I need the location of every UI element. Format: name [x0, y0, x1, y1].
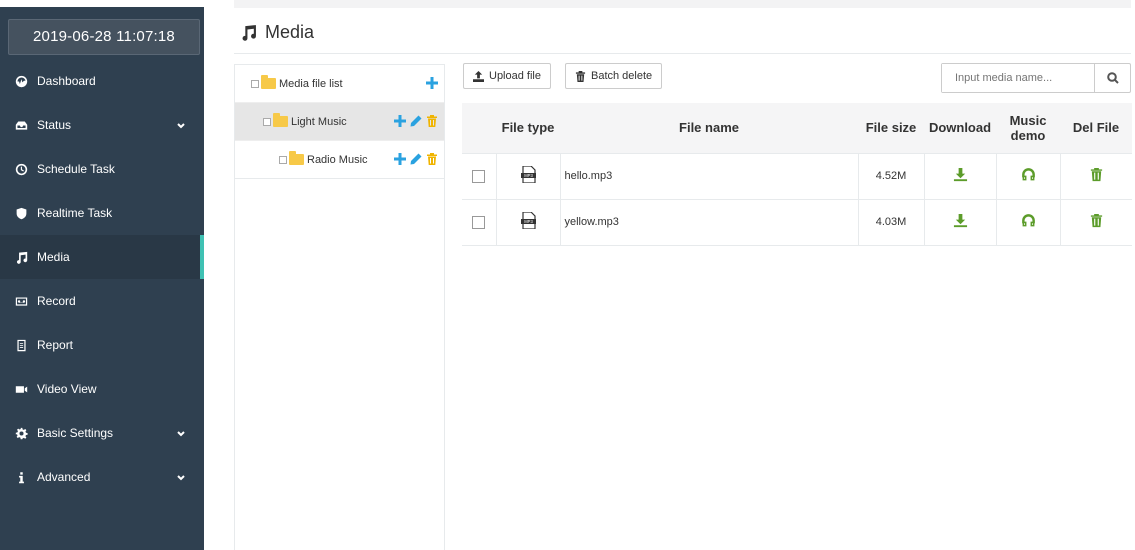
folder-icon — [263, 113, 288, 127]
table-row: MP3 hello.mp3 4.52M — [462, 152, 1132, 199]
info-icon — [14, 470, 28, 484]
sidebar-item-label: Status — [37, 118, 72, 132]
sidebar-item-label: Realtime Task — [37, 206, 113, 220]
sidebar-item-label: Schedule Task — [37, 162, 115, 176]
chevron-down-icon — [176, 120, 186, 130]
download-icon[interactable] — [953, 167, 968, 185]
sidebar-nav: Dashboard Status Schedule Task Realtime … — [0, 59, 204, 499]
row-checkbox[interactable] — [472, 169, 486, 183]
sidebar-item-label: Media — [37, 250, 70, 264]
search-button[interactable] — [1094, 64, 1130, 92]
report-icon — [14, 338, 28, 352]
edit-pencil-icon[interactable] — [410, 153, 422, 168]
column-header-download: Download — [924, 103, 996, 153]
column-header-file-name: File name — [560, 103, 858, 153]
mp3-file-icon: MP3 — [520, 165, 536, 184]
page-title-row: Media — [240, 22, 1131, 43]
trash-icon[interactable] — [1089, 167, 1104, 185]
trash-icon[interactable] — [426, 115, 438, 130]
gear-icon — [14, 426, 28, 440]
file-type-label: MP3 — [524, 219, 533, 224]
folder-icon — [251, 75, 276, 89]
tree-node-actions — [394, 115, 438, 130]
upload-file-label: Upload file — [489, 70, 541, 82]
sidebar-item-report[interactable]: Report — [0, 323, 204, 367]
sidebar-item-realtime-task[interactable]: Realtime Task — [0, 191, 204, 235]
tree-node-light-music[interactable]: Light Music — [235, 103, 444, 141]
column-header-music-demo: Music demo — [996, 103, 1060, 153]
trash-icon[interactable] — [426, 153, 438, 168]
tree-node-label: Radio Music — [307, 153, 368, 166]
row-checkbox[interactable] — [472, 215, 486, 229]
column-header-file-type: File type — [496, 103, 560, 153]
mp3-file-icon: MP3 — [520, 211, 536, 230]
media-search — [941, 63, 1131, 93]
tree-node-actions — [426, 77, 438, 92]
edit-pencil-icon[interactable] — [410, 115, 422, 130]
page-title: Media — [265, 22, 315, 42]
folder-icon — [279, 151, 304, 165]
tree-node-label: Media file list — [279, 77, 343, 90]
clock-icon — [14, 162, 28, 176]
tree-node-radio-music[interactable]: Radio Music — [235, 141, 444, 179]
batch-delete-button[interactable]: Batch delete — [565, 63, 663, 89]
sidebar-item-label: Video View — [37, 382, 97, 396]
headphones-icon[interactable] — [1021, 168, 1036, 185]
add-folder-icon[interactable] — [426, 77, 438, 92]
cassette-icon — [14, 294, 28, 308]
sidebar-item-dashboard[interactable]: Dashboard — [0, 59, 204, 103]
column-header-file-size: File size — [858, 103, 924, 153]
sidebar-item-label: Advanced — [37, 470, 91, 484]
column-header-del-file: Del File — [1060, 103, 1132, 153]
sidebar: 2019-06-28 11:07:18 Dashboard Status Sch… — [0, 0, 204, 550]
tree-node-label: Light Music — [291, 115, 347, 128]
media-folder-tree: Media file list Light Music Radio Music — [234, 64, 445, 550]
sidebar-item-label: Basic Settings — [37, 426, 114, 440]
headphones-icon[interactable] — [1021, 214, 1036, 231]
file-size-cell: 4.03M — [857, 198, 924, 246]
shield-icon — [14, 206, 28, 220]
upload-icon — [473, 70, 484, 82]
tree-node-root[interactable]: Media file list — [235, 65, 444, 103]
trash-icon[interactable] — [1089, 213, 1104, 231]
batch-delete-label: Batch delete — [591, 70, 653, 82]
file-name-cell: yellow.mp3 — [559, 198, 858, 246]
sidebar-item-status[interactable]: Status — [0, 103, 204, 147]
page-header: Media — [234, 0, 1131, 54]
table-header-row: File type File name File size Download M… — [462, 103, 1132, 153]
dashboard-icon — [14, 74, 28, 88]
add-folder-icon[interactable] — [394, 115, 406, 130]
sidebar-item-advanced[interactable]: Advanced — [0, 455, 204, 499]
search-icon — [1106, 72, 1119, 84]
file-size-cell: 4.52M — [857, 152, 924, 199]
file-type-label: MP3 — [524, 173, 533, 178]
file-name-cell: hello.mp3 — [559, 152, 858, 199]
video-camera-icon — [14, 382, 28, 396]
sidebar-item-label: Dashboard — [37, 74, 96, 88]
sidebar-item-label: Record — [37, 294, 76, 308]
music-icon — [14, 250, 28, 264]
download-icon[interactable] — [953, 213, 968, 231]
datetime-display: 2019-06-28 11:07:18 — [8, 19, 200, 55]
sidebar-top-strip — [0, 0, 204, 7]
trash-icon — [575, 70, 586, 82]
add-folder-icon[interactable] — [394, 153, 406, 168]
status-icon — [14, 118, 28, 132]
sidebar-item-record[interactable]: Record — [0, 279, 204, 323]
tree-node-actions — [394, 153, 438, 168]
media-search-input[interactable] — [942, 64, 1094, 92]
chevron-down-icon — [176, 472, 186, 482]
sidebar-item-schedule-task[interactable]: Schedule Task — [0, 147, 204, 191]
media-table: File type File name File size Download M… — [462, 103, 1132, 246]
upload-file-button[interactable]: Upload file — [463, 63, 551, 89]
music-icon — [242, 25, 256, 41]
sidebar-item-video-view[interactable]: Video View — [0, 367, 204, 411]
sidebar-item-basic-settings[interactable]: Basic Settings — [0, 411, 204, 455]
select-column-header — [462, 103, 496, 153]
chevron-down-icon — [176, 428, 186, 438]
table-row: MP3 yellow.mp3 4.03M — [462, 198, 1132, 246]
sidebar-item-media[interactable]: Media — [0, 235, 204, 279]
sidebar-item-label: Report — [37, 338, 74, 352]
